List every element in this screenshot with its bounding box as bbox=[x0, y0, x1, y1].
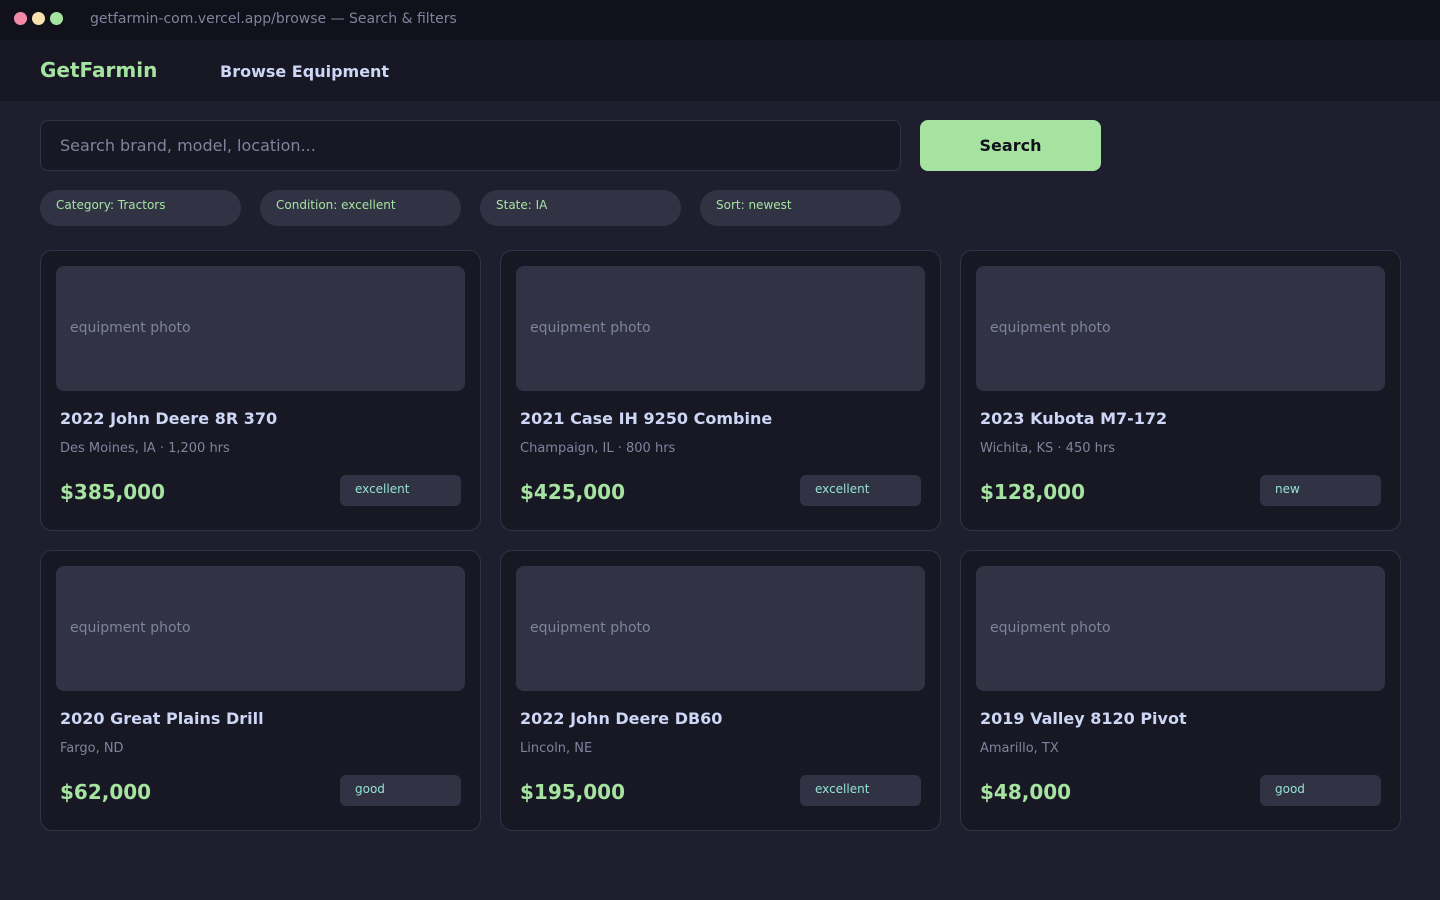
condition-badge: excellent bbox=[800, 475, 921, 506]
window-titlebar: getfarmin-com.vercel.app/browse — Search… bbox=[0, 0, 1440, 40]
top-navbar bbox=[0, 40, 1440, 101]
listing-card[interactable]: equipment photo 2021 Case IH 9250 Combin… bbox=[500, 250, 941, 531]
filter-chip-state[interactable]: State: IA bbox=[480, 190, 681, 226]
listing-card[interactable]: equipment photo 2019 Valley 8120 Pivot A… bbox=[960, 550, 1401, 831]
equipment-photo-placeholder: equipment photo bbox=[976, 266, 1385, 391]
listing-price: $62,000 bbox=[60, 780, 152, 804]
listing-subtitle: Des Moines, IA · 1,200 hrs bbox=[60, 441, 230, 456]
condition-badge: excellent bbox=[340, 475, 461, 506]
filter-chip-category[interactable]: Category: Tractors bbox=[40, 190, 241, 226]
listing-subtitle: Lincoln, NE bbox=[520, 741, 593, 756]
photo-label: equipment photo bbox=[70, 620, 191, 636]
condition-badge: new bbox=[1260, 475, 1381, 506]
listing-subtitle: Wichita, KS · 450 hrs bbox=[980, 441, 1115, 456]
photo-label: equipment photo bbox=[70, 320, 191, 336]
listing-title[interactable]: 2022 John Deere 8R 370 bbox=[60, 409, 277, 428]
photo-label: equipment photo bbox=[990, 620, 1111, 636]
equipment-photo-placeholder: equipment photo bbox=[56, 566, 465, 691]
photo-label: equipment photo bbox=[530, 620, 651, 636]
listing-price: $48,000 bbox=[980, 780, 1072, 804]
search-button[interactable]: Search bbox=[920, 120, 1101, 171]
listing-subtitle: Champaign, IL · 800 hrs bbox=[520, 441, 676, 456]
listing-card[interactable]: equipment photo 2020 Great Plains Drill … bbox=[40, 550, 481, 831]
equipment-photo-placeholder: equipment photo bbox=[976, 566, 1385, 691]
listing-price: $128,000 bbox=[980, 480, 1086, 504]
listing-subtitle: Fargo, ND bbox=[60, 741, 124, 756]
condition-badge: excellent bbox=[800, 775, 921, 806]
listing-title[interactable]: 2020 Great Plains Drill bbox=[60, 709, 264, 728]
listing-card[interactable]: equipment photo 2022 John Deere 8R 370 D… bbox=[40, 250, 481, 531]
equipment-photo-placeholder: equipment photo bbox=[516, 266, 925, 391]
filter-chip-condition[interactable]: Condition: excellent bbox=[260, 190, 461, 226]
condition-badge: good bbox=[1260, 775, 1381, 806]
listing-card[interactable]: equipment photo 2022 John Deere DB60 Lin… bbox=[500, 550, 941, 831]
photo-label: equipment photo bbox=[990, 320, 1111, 336]
listing-title[interactable]: 2023 Kubota M7-172 bbox=[980, 409, 1167, 428]
equipment-photo-placeholder: equipment photo bbox=[56, 266, 465, 391]
listing-price: $195,000 bbox=[520, 780, 626, 804]
nav-link-browse-equipment[interactable]: Browse Equipment bbox=[220, 62, 389, 81]
window-title: getfarmin-com.vercel.app/browse — Search… bbox=[90, 11, 457, 27]
search-input[interactable] bbox=[40, 120, 901, 171]
listing-title[interactable]: 2022 John Deere DB60 bbox=[520, 709, 722, 728]
minimize-window-dot[interactable] bbox=[32, 12, 45, 25]
listing-title[interactable]: 2019 Valley 8120 Pivot bbox=[980, 709, 1187, 728]
listing-subtitle: Amarillo, TX bbox=[980, 741, 1059, 756]
photo-label: equipment photo bbox=[530, 320, 651, 336]
listing-price: $425,000 bbox=[520, 480, 626, 504]
close-window-dot[interactable] bbox=[14, 12, 27, 25]
equipment-photo-placeholder: equipment photo bbox=[516, 566, 925, 691]
listing-price: $385,000 bbox=[60, 480, 166, 504]
brand-logo[interactable]: GetFarmin bbox=[40, 58, 157, 82]
listing-card[interactable]: equipment photo 2023 Kubota M7-172 Wichi… bbox=[960, 250, 1401, 531]
condition-badge: good bbox=[340, 775, 461, 806]
listing-title[interactable]: 2021 Case IH 9250 Combine bbox=[520, 409, 772, 428]
maximize-window-dot[interactable] bbox=[50, 12, 63, 25]
filter-chip-sort[interactable]: Sort: newest bbox=[700, 190, 901, 226]
